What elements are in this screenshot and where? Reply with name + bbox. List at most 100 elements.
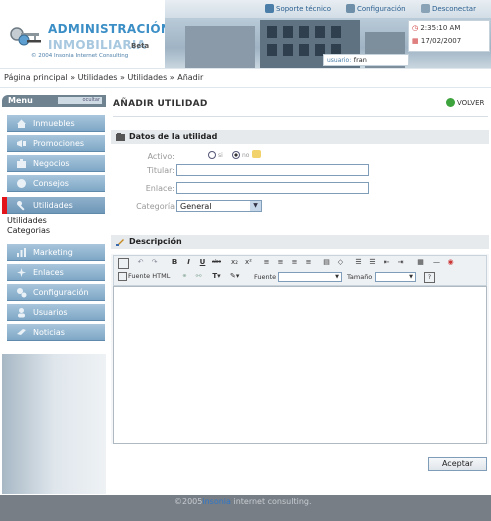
ordered-list-icon[interactable]: ☰ [354,258,363,267]
config-link[interactable]: Configuración [346,4,406,13]
redo-icon[interactable]: ↷ [150,258,159,267]
date: ▦ 17/02/2007 [412,37,462,45]
sidebar-item-utilidades[interactable]: Utilidades [7,197,105,214]
support-icon [265,4,274,13]
text-color-icon[interactable]: T▾ [212,272,221,281]
active-marker [2,197,7,214]
folder-icon [116,133,125,141]
sidebar-item-negocios[interactable]: Negocios [7,155,105,172]
html-source-button[interactable]: Fuente HTML [128,272,170,280]
title-divider [113,116,488,117]
superscript-icon[interactable]: x² [244,258,253,267]
paste-icon[interactable]: ▤ [322,258,331,267]
link-icon [17,268,26,277]
activo-si-radio[interactable] [208,151,216,159]
user-icon [18,308,25,318]
activo-label: Activo: [147,152,175,161]
undo-icon[interactable]: ↶ [136,258,145,267]
support-link[interactable]: Soporte técnico [265,4,331,13]
house-icon [17,119,26,128]
unordered-list-icon[interactable]: ☰ [368,258,377,267]
calendar-icon: ▦ [412,37,419,45]
back-arrow-icon [446,98,455,107]
strikethrough-icon[interactable]: abc [212,258,221,267]
align-right-icon[interactable]: ≡ [290,258,299,267]
wrench-icon [17,201,25,211]
megaphone-icon [17,140,26,147]
italic-icon[interactable]: I [184,258,193,267]
sidebar-item-configuracion[interactable]: Configuración [7,284,105,301]
breadcrumb-text[interactable]: Página principal » Utilidades » Utilidad… [4,73,203,82]
unlink-icon[interactable]: ⚯ [194,272,203,281]
logo-title: ADMINISTRACIÓN [48,22,172,36]
preview-icon[interactable] [118,258,129,269]
sidebar-item-usuarios[interactable]: Usuarios [7,304,105,321]
chevron-down-icon: ▼ [250,201,261,211]
bold-icon[interactable]: B [170,258,179,267]
sidebar-item-promociones[interactable]: Promociones [7,135,105,152]
logout-link[interactable]: Desconectar [421,4,476,13]
breadcrumb: Página principal » Utilidades » Utilidad… [0,68,491,88]
image-icon[interactable]: ◉ [446,258,455,267]
html-source-icon [118,272,127,281]
footer-brand-link[interactable]: insonia [202,497,231,506]
clock-icon: ◷ [412,24,419,32]
back-button[interactable]: VOLVER [446,98,484,107]
sidebar-fill [2,354,106,494]
size-select[interactable]: ▼ [375,272,416,282]
news-icon [17,329,26,335]
top-links-bar: Soporte técnico Configuración Desconecta… [165,0,491,18]
activo-no-radio[interactable] [232,151,240,159]
font-select[interactable]: ▼ [278,272,342,282]
titular-label: Titular: [146,166,175,175]
help-icon [252,150,261,158]
briefcase-icon [17,159,26,168]
editor-toolbar: ↶ ↷ B I U abc x₂ x² ≡ ≡ ≡ ≡ ▤ ◇ ☰ ☰ ⇤ ⇥ … [113,255,487,286]
font-label: Fuente [254,273,277,281]
accept-button[interactable]: Aceptar [428,457,487,471]
link-insert-icon[interactable]: ⚭ [180,272,189,281]
section-description-header: Descripción [111,235,489,249]
underline-icon[interactable]: U [198,258,207,267]
indent-icon[interactable]: ⇥ [396,258,405,267]
help-editor-icon[interactable]: ? [424,272,435,283]
table-icon[interactable]: ▦ [416,258,425,267]
sidebar-item-inmuebles[interactable]: Inmuebles [7,115,105,132]
justify-icon[interactable]: ≡ [304,258,313,267]
chart-icon [17,248,26,257]
enlace-label: Enlace: [145,184,175,193]
sidebar-item-noticias[interactable]: Noticias [7,324,105,341]
sidebar-item-consejos[interactable]: Consejos [7,175,105,192]
submenu-item-utilidades[interactable]: Utilidades [7,216,105,226]
submenu-item-categorias[interactable]: Categorias [7,226,105,236]
gears-icon [17,288,27,298]
footer: ©2005insonia internet consulting. [0,495,491,521]
hide-menu-button[interactable]: ocultar [58,97,102,104]
description-editor[interactable] [113,286,487,444]
pencil-icon [116,239,124,246]
enlace-input[interactable] [176,182,369,194]
align-left-icon[interactable]: ≡ [262,258,271,267]
align-center-icon[interactable]: ≡ [276,258,285,267]
section-data-header: Datos de la utilidad [111,130,489,144]
sidebar-item-enlaces[interactable]: Enlaces [7,264,105,281]
categoria-label: Categoría [136,202,175,211]
outdent-icon[interactable]: ⇤ [382,258,391,267]
subscript-icon[interactable]: x₂ [230,258,239,267]
highlight-color-icon[interactable]: ✎▾ [230,272,239,281]
categoria-row: Categoría [111,200,489,214]
logout-icon [421,4,430,13]
sidebar-item-marketing[interactable]: Marketing [7,244,105,261]
user-name: fran [353,56,367,64]
keys-icon [10,27,41,46]
beta-badge: Beta [131,42,150,50]
categoria-select[interactable]: General ▼ [176,200,262,212]
logo-copyright: © 2004 Insonia Internet Consulting [31,53,129,59]
submenu: Utilidades Categorias [7,216,105,236]
titular-input[interactable] [176,164,369,176]
horizontal-rule-icon[interactable]: — [432,258,441,267]
eraser-icon[interactable]: ◇ [336,258,345,267]
menu-header: Menu ocultar [2,95,106,107]
clock: ◷ 2:35:10 AM [412,24,461,32]
globe-icon [17,179,26,188]
